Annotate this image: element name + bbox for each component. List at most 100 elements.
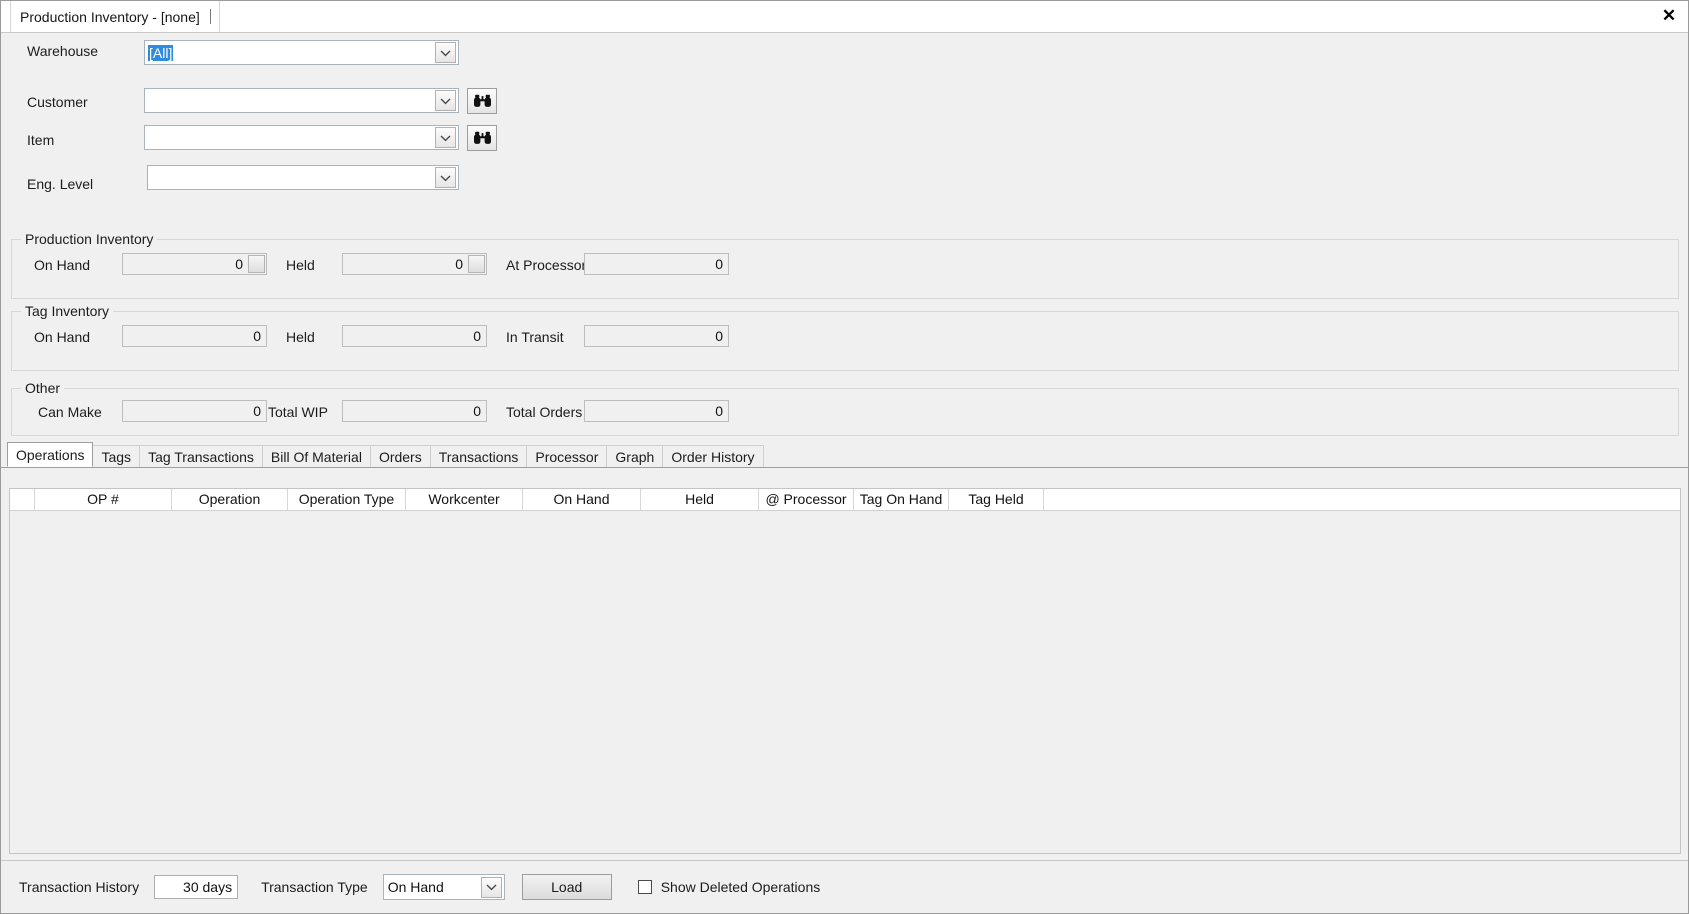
warehouse-label: Warehouse [27,43,99,59]
tag-on-hand-value: 0 [253,328,261,344]
grid-col-label: Operation Type [298,491,395,507]
tab-processor[interactable]: Processor [526,445,608,467]
tab-order-history[interactable]: Order History [662,445,764,467]
prod-on-hand-field: 0 [122,253,267,275]
can-make-label: Can Make [38,404,102,420]
grid-col-workcenter[interactable]: Workcenter [406,489,523,510]
tab-graph[interactable]: Graph [606,445,664,467]
customer-search-button[interactable] [467,88,497,114]
grid-body[interactable] [10,511,1680,853]
customer-label: Customer [27,94,88,110]
grid-col-processor[interactable]: @ Processor [759,489,854,510]
titlebar: Production Inventory - [none] ✕ [1,1,1688,33]
total-orders-label: Total Orders [506,404,583,420]
document-tab[interactable]: Production Inventory - [none] [10,1,220,32]
grid-col-operation[interactable]: Operation [172,489,288,510]
tab-orders[interactable]: Orders [369,445,431,467]
tag-inventory-group-title: Tag Inventory [21,303,114,319]
customer-combo[interactable] [144,88,459,113]
tab-bill-of-material[interactable]: Bill Of Material [261,445,371,467]
grid-col-label: Operation [198,491,261,507]
prod-on-hand-label: On Hand [34,257,91,273]
document-tab-label: Production Inventory - [none] [20,8,200,25]
close-icon[interactable]: ✕ [1657,4,1681,28]
transaction-history-label: Transaction History [19,879,140,895]
grid-col-label: Held [685,491,714,507]
grid-col-operation-type[interactable]: Operation Type [288,489,406,510]
tab-operations[interactable]: Operations [7,442,94,467]
prod-at-processor-label: At Processor [506,257,587,273]
prod-held-field: 0 [342,253,487,275]
transaction-history-input[interactable]: 30 days [154,875,239,899]
prod-at-processor-value: 0 [715,256,723,272]
warehouse-combo[interactable]: [All] [144,40,459,65]
prod-held-label: Held [286,257,315,273]
tab-label: Graph [615,449,655,465]
transaction-type-value: On Hand [387,879,444,895]
other-group-title: Other [21,380,65,396]
tag-on-hand-field: 0 [122,325,267,347]
operations-grid[interactable]: OP # Operation Operation Type Workcenter On … [9,488,1681,854]
chevron-down-icon[interactable] [435,42,456,63]
tab-label: Bill Of Material [270,449,362,465]
item-combo[interactable] [144,125,459,150]
tab-label: Operations [16,447,85,463]
tag-held-field: 0 [342,325,487,347]
item-search-button[interactable] [467,125,497,151]
prod-on-hand-detail-button[interactable] [248,255,265,273]
tab-tags[interactable]: Tags [92,445,141,467]
tab-transactions[interactable]: Transactions [429,445,528,467]
tab-label: Order History [671,449,755,465]
grid-col-label: Tag Held [968,491,1024,507]
tab-label: Orders [378,449,422,465]
chevron-down-icon[interactable] [435,167,456,188]
prod-on-hand-value: 0 [235,256,243,272]
production-inventory-group-title: Production Inventory [21,231,158,247]
eng-level-combo[interactable] [147,165,459,190]
tag-on-hand-label: On Hand [34,329,91,345]
chevron-down-icon[interactable] [480,876,502,898]
grid-col-held[interactable]: Held [641,489,759,510]
prod-held-detail-button[interactable] [468,255,485,273]
grid-col-label: OP # [87,491,119,507]
show-deleted-operations-checkbox[interactable]: Show Deleted Operations [637,879,820,895]
transaction-type-combo[interactable]: On Hand [382,874,505,900]
tab-label: Transactions [438,449,519,465]
tag-in-transit-label: In Transit [506,329,564,345]
other-group: Other Can Make 0 Total WIP 0 Total Order… [11,380,1679,436]
binoculars-icon [473,131,491,144]
eng-level-label: Eng. Level [27,176,94,192]
grid-col-label: Workcenter [428,491,500,507]
grid-col-label: On Hand [553,491,610,507]
total-orders-value: 0 [715,403,723,419]
grid-col-rowselector[interactable] [10,489,35,510]
production-inventory-group: Production Inventory On Hand 0 Held 0 At… [11,231,1679,299]
tag-in-transit-field: 0 [584,325,729,347]
can-make-field: 0 [122,400,267,422]
total-orders-field: 0 [584,400,729,422]
prod-at-processor-field: 0 [584,253,729,275]
text-caret-icon [209,9,211,24]
can-make-value: 0 [253,403,261,419]
load-button[interactable]: Load [521,874,612,900]
item-label: Item [27,132,55,148]
total-wip-field: 0 [342,400,487,422]
chevron-down-icon[interactable] [435,127,456,148]
load-button-label: Load [551,879,583,895]
chevron-down-icon[interactable] [435,90,456,111]
grid-col-tag-held[interactable]: Tag Held [949,489,1044,510]
warehouse-value: [All] [148,44,174,61]
total-wip-value: 0 [473,403,481,419]
tab-tag-transactions[interactable]: Tag Transactions [139,445,263,467]
grid-col-op[interactable]: OP # [35,489,172,510]
grid-col-label: @ Processor [765,491,847,507]
grid-col-on-hand[interactable]: On Hand [523,489,641,510]
footer-toolbar: Transaction History 30 days Transaction … [1,860,1688,913]
grid-col-tag-on-hand[interactable]: Tag On Hand [854,489,949,510]
tag-held-label: Held [286,329,315,345]
transaction-history-value: 30 days [183,879,233,895]
prod-held-value: 0 [455,256,463,272]
tag-in-transit-value: 0 [715,328,723,344]
checkbox-box-icon[interactable] [637,880,652,894]
grid-col-label: Tag On Hand [859,491,943,507]
